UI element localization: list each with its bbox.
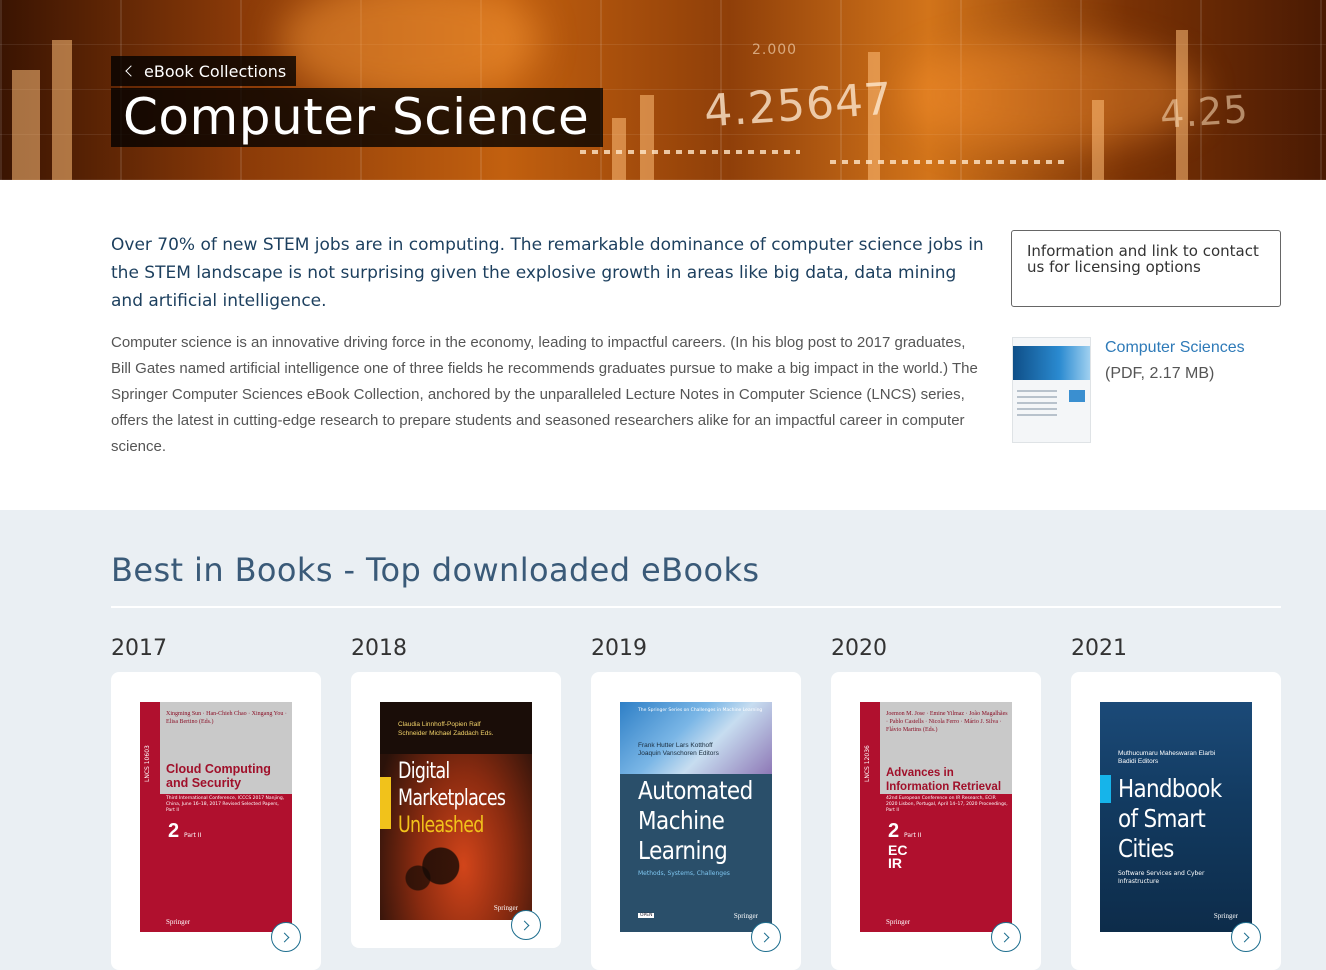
hero-ticker-number: 2.000 bbox=[752, 42, 798, 58]
chevron-left-icon bbox=[125, 65, 137, 77]
cover-part-number: 2 bbox=[168, 820, 180, 842]
section-title: Best in Books - Top downloaded eBooks bbox=[111, 551, 760, 589]
cover-title: Cloud Computing and Security bbox=[166, 762, 271, 790]
hero-banner: 4.25647 4.25 2.000 eBook Collections Com… bbox=[0, 0, 1326, 180]
book-cover-cloud-computing-and-security: LNCS 10603 Xingming Sun · Han-Chieh Chao… bbox=[140, 702, 292, 932]
cover-part-label: Part II bbox=[904, 832, 922, 839]
book-card-2018[interactable]: Claudia Linnhoff-Popien Ralf Schneider M… bbox=[351, 672, 561, 948]
hero-dotted-line bbox=[580, 150, 800, 154]
book-cover-automated-machine-learning: The Springer Series on Challenges in Mac… bbox=[620, 702, 772, 932]
cover-title-line: Automated bbox=[638, 776, 753, 805]
pdf-brochure-link[interactable]: Computer Sciences bbox=[1105, 339, 1245, 357]
chevron-right-icon bbox=[1239, 932, 1250, 942]
cover-series: The Springer Series on Challenges in Mac… bbox=[638, 708, 763, 713]
cover-authors: Claudia Linnhoff-Popien Ralf Schneider M… bbox=[398, 721, 494, 737]
cover-publisher: Springer bbox=[493, 904, 518, 912]
year-label-2018: 2018 bbox=[351, 636, 407, 661]
licensing-info-link-box[interactable]: Information and link to contact us for l… bbox=[1011, 230, 1281, 307]
book-card-2020[interactable]: LNCS 12036 Joemon M. Jose · Emine Yilmaz… bbox=[831, 672, 1041, 970]
cover-authors: Xingming Sun · Han-Chieh Chao · Xingang … bbox=[166, 711, 287, 725]
cover-red-spine bbox=[860, 702, 880, 932]
cover-title: Advances in Information Retrieval bbox=[886, 767, 1002, 793]
cover-accent-bar bbox=[380, 777, 391, 829]
chevron-right-icon bbox=[999, 932, 1010, 942]
hero-chart-bar bbox=[612, 118, 626, 180]
cover-title: Automated Machine Learning bbox=[638, 776, 753, 866]
conference-logo: ECIR bbox=[888, 842, 908, 871]
hero-chart-bar bbox=[52, 40, 72, 180]
cover-title-line: Unleashed bbox=[398, 813, 484, 838]
cover-title-line: of Smart bbox=[1118, 804, 1206, 833]
cover-publisher: Springer bbox=[733, 912, 758, 920]
book-cover-handbook-of-smart-cities: Muthucumaru Maheswaran Elarbi Badidi Edi… bbox=[1100, 702, 1252, 932]
cover-authors: Joemon M. Jose · Emine Yilmaz · João Mag… bbox=[886, 711, 1008, 733]
section-divider bbox=[111, 606, 1281, 608]
open-access-badge: OPEN bbox=[638, 913, 655, 918]
cover-series-number: LNCS 10603 bbox=[144, 745, 151, 782]
cover-series-number: LNCS 12036 bbox=[864, 745, 871, 782]
open-book-button[interactable] bbox=[271, 922, 301, 952]
year-label-2017: 2017 bbox=[111, 636, 167, 661]
pdf-file-info: (PDF, 2.17 MB) bbox=[1105, 365, 1215, 382]
hero-glow bbox=[280, 0, 540, 100]
year-label-2021: 2021 bbox=[1071, 636, 1127, 661]
cover-authors: Frank Hutter Lars Kotthoff Joaquin Vansc… bbox=[638, 742, 719, 757]
thumbnail-text-lines bbox=[1017, 390, 1057, 416]
cover-red-block bbox=[160, 794, 292, 932]
cover-subtitle: Third International Conference, ICCCS 20… bbox=[166, 796, 285, 813]
intro-body-text: Computer science is an innovative drivin… bbox=[111, 334, 978, 455]
cover-subtitle: 42nd European Conference on IR Research,… bbox=[886, 796, 1008, 813]
thumbnail-header-band bbox=[1013, 346, 1090, 380]
book-cover-advances-in-information-retrieval: LNCS 12036 Joemon M. Jose · Emine Yilmaz… bbox=[860, 702, 1012, 932]
book-card-2021[interactable]: Muthucumaru Maheswaran Elarbi Badidi Edi… bbox=[1071, 672, 1281, 970]
year-label-2019: 2019 bbox=[591, 636, 647, 661]
thumbnail-badge bbox=[1069, 390, 1085, 402]
back-link-label: eBook Collections bbox=[144, 61, 287, 81]
open-book-button[interactable] bbox=[991, 922, 1021, 952]
cover-title-line: Digital bbox=[398, 759, 450, 784]
hero-glow bbox=[900, 40, 1200, 150]
cover-accent-bar bbox=[1100, 775, 1111, 803]
cover-title: Handbook of Smart Cities bbox=[1118, 774, 1222, 864]
cover-map-artwork bbox=[380, 842, 532, 902]
cover-title-line: Handbook bbox=[1118, 774, 1222, 803]
cover-publisher: Springer bbox=[1213, 912, 1238, 920]
cover-subtitle: Software Services and Cyber Infrastructu… bbox=[1118, 870, 1205, 885]
hero-dotted-line bbox=[830, 160, 1070, 164]
cover-publisher: Springer bbox=[166, 918, 191, 926]
cover-part-number: 2 bbox=[888, 820, 900, 842]
hero-ticker-number: 4.25647 bbox=[702, 73, 895, 138]
open-book-button[interactable] bbox=[1231, 922, 1261, 952]
hero-chart-bar bbox=[12, 70, 40, 180]
cover-title-line: Cities bbox=[1118, 834, 1174, 863]
hero-chart-bar bbox=[640, 95, 654, 180]
cover-title-line: Learning bbox=[638, 836, 728, 865]
cover-editors: Muthucumaru Maheswaran Elarbi Badidi Edi… bbox=[1118, 750, 1216, 765]
cover-title: Digital Marketplaces Unleashed bbox=[398, 758, 506, 839]
chevron-right-icon bbox=[279, 932, 290, 942]
open-book-button[interactable] bbox=[511, 910, 541, 940]
hero-chart-bar bbox=[1092, 100, 1104, 180]
year-label-2020: 2020 bbox=[831, 636, 887, 661]
page-title: Computer Science bbox=[111, 88, 604, 147]
chevron-right-icon bbox=[519, 920, 530, 930]
cover-subtitle: Methods, Systems, Challenges bbox=[638, 870, 730, 877]
book-card-2017[interactable]: LNCS 10603 Xingming Sun · Han-Chieh Chao… bbox=[111, 672, 321, 970]
open-book-button[interactable] bbox=[751, 922, 781, 952]
back-to-ebook-collections-link[interactable]: eBook Collections bbox=[111, 56, 297, 86]
book-cover-digital-marketplaces-unleashed: Claudia Linnhoff-Popien Ralf Schneider M… bbox=[380, 702, 532, 920]
book-card-2019[interactable]: The Springer Series on Challenges in Mac… bbox=[591, 672, 801, 970]
cover-title-line: Marketplaces bbox=[398, 786, 506, 811]
chevron-right-icon bbox=[759, 932, 770, 942]
cover-publisher: Springer bbox=[886, 918, 911, 926]
intro-lead-text: Over 70% of new STEM jobs are in computi… bbox=[111, 235, 984, 311]
cover-title-line: Machine bbox=[638, 806, 725, 835]
pdf-brochure-thumbnail[interactable] bbox=[1012, 337, 1091, 443]
hero-ticker-number: 4.25 bbox=[1158, 86, 1251, 138]
cover-part-label: Part II bbox=[184, 832, 202, 839]
cover-red-spine bbox=[140, 702, 160, 932]
